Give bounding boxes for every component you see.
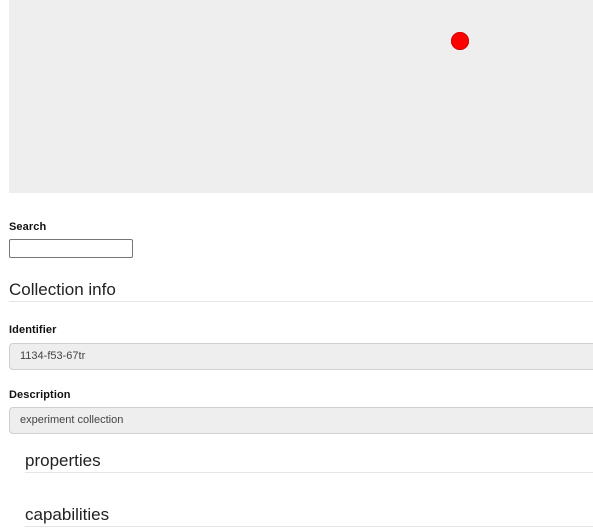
search-label: Search xyxy=(9,221,47,233)
description-value: experiment collection xyxy=(20,414,124,426)
search-input[interactable] xyxy=(9,239,133,258)
description-label: Description xyxy=(9,389,71,401)
description-field[interactable]: experiment collection xyxy=(9,407,593,434)
identifier-value: 1134-f53-67tr xyxy=(20,350,86,362)
identifier-field[interactable]: 1134-f53-67tr xyxy=(9,343,593,370)
collection-info-divider xyxy=(9,301,593,302)
map-view[interactable] xyxy=(9,0,593,193)
capabilities-divider xyxy=(25,526,593,527)
map-marker[interactable] xyxy=(451,32,469,50)
capabilities-title[interactable]: capabilities xyxy=(25,505,109,525)
properties-divider xyxy=(25,472,593,473)
page: Search Collection info Identifier 1134-f… xyxy=(0,0,593,530)
identifier-label: Identifier xyxy=(9,324,57,336)
collection-info-title: Collection info xyxy=(9,280,116,299)
properties-title[interactable]: properties xyxy=(25,451,101,471)
